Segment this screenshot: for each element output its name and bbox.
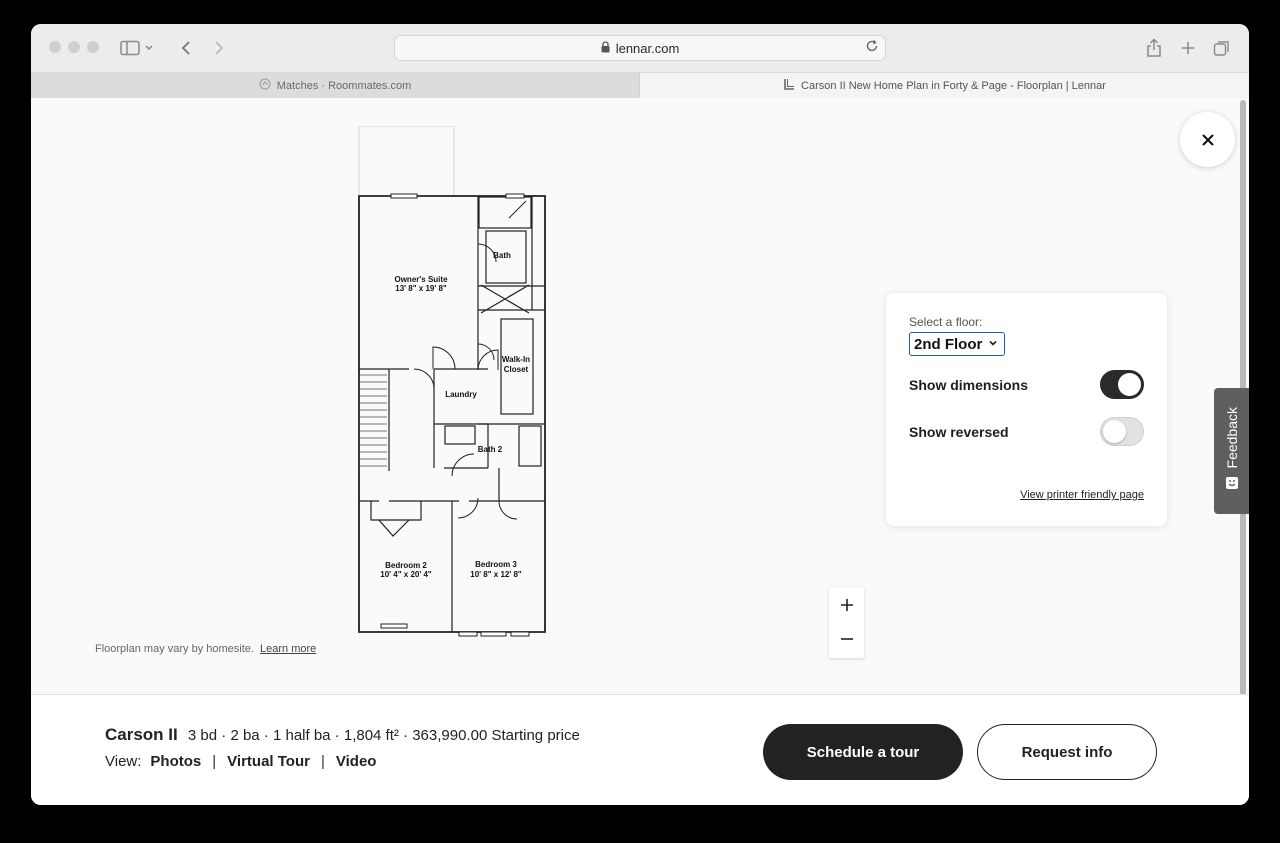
room-dims: Closet xyxy=(504,365,529,374)
room-label: Bath 2 xyxy=(478,445,503,454)
select-floor-label: Select a floor: xyxy=(909,315,983,329)
share-icon[interactable] xyxy=(1142,36,1166,60)
close-window-dot[interactable] xyxy=(49,41,61,53)
tab-label: Matches · Roommates.com xyxy=(276,79,412,92)
view-label: View: xyxy=(105,753,142,770)
separator: | xyxy=(212,753,217,770)
plan-name: Carson II xyxy=(105,725,178,744)
view-links: View: Photos | Virtual Tour | Video xyxy=(105,753,376,770)
zoom-controls xyxy=(829,588,864,658)
floorplan-drawing: Owner's Suite 13' 8" x 19' 8" Bath Walk-… xyxy=(358,126,546,637)
minus-icon xyxy=(840,638,853,640)
room-dims: 13' 8" x 19' 8" xyxy=(395,284,447,293)
feedback-icon xyxy=(1225,476,1239,495)
plan-details: 3 bd · 2 ba · 1 half ba · 1,804 ft² · 36… xyxy=(187,727,580,744)
room-dims: 10' 4" x 20' 4" xyxy=(380,570,432,579)
disclaimer-text: Floorplan may vary by homesite. xyxy=(95,643,254,655)
room-label: Bath xyxy=(493,251,511,260)
browser-toolbar: lennar.com xyxy=(31,24,1249,72)
tab-bar: Matches · Roommates.com Carson II New Ho… xyxy=(31,72,1249,98)
lennar-favicon-icon xyxy=(783,78,795,93)
show-dimensions-label: Show dimensions xyxy=(909,377,1029,393)
tab-roommates[interactable]: Matches · Roommates.com xyxy=(31,73,640,98)
room-dims: 10' 8" x 12' 8" xyxy=(470,570,522,579)
room-label: Walk-In xyxy=(502,355,530,364)
room-label: Bedroom 3 xyxy=(475,560,517,569)
learn-more-link[interactable]: Learn more xyxy=(260,643,316,655)
plan-title: Carson II 3 bd · 2 ba · 1 half ba · 1,80… xyxy=(105,725,580,745)
chevron-down-icon xyxy=(989,340,997,346)
show-dimensions-row: Show dimensions xyxy=(909,370,1144,400)
show-reversed-toggle[interactable] xyxy=(1100,417,1144,446)
tab-lennar[interactable]: Carson II New Home Plan in Forty & Page … xyxy=(640,73,1249,98)
lock-icon xyxy=(601,40,610,56)
separator: | xyxy=(320,753,325,770)
forward-icon[interactable] xyxy=(207,36,231,60)
video-link[interactable]: Video xyxy=(336,753,377,770)
plan-info-bar: Carson II 3 bd · 2 ba · 1 half ba · 1,80… xyxy=(31,694,1249,805)
toggle-knob xyxy=(1118,373,1141,396)
back-icon[interactable] xyxy=(174,36,198,60)
floorplan-disclaimer: Floorplan may vary by homesite. Learn mo… xyxy=(95,643,316,655)
request-info-button[interactable]: Request info xyxy=(977,724,1157,780)
zoom-window-dot[interactable] xyxy=(87,41,99,53)
show-reversed-label: Show reversed xyxy=(909,424,1009,440)
feedback-label: Feedback xyxy=(1223,406,1240,469)
sidebar-icon[interactable] xyxy=(118,36,142,60)
floor-options-panel: Select a floor: 2nd Floor Show dimension… xyxy=(886,293,1167,526)
new-tab-icon[interactable] xyxy=(1176,36,1200,60)
tab-overview-icon[interactable] xyxy=(1210,36,1234,60)
reload-icon[interactable] xyxy=(865,39,879,56)
room-label: Laundry xyxy=(445,390,477,399)
browser-window: lennar.com Matches · Roommates.com Carso… xyxy=(31,24,1249,805)
room-label: Owner's Suite xyxy=(394,275,448,284)
close-button[interactable] xyxy=(1180,112,1235,167)
address-url: lennar.com xyxy=(615,40,680,56)
show-dimensions-toggle[interactable] xyxy=(1100,370,1144,399)
zoom-in-button[interactable] xyxy=(829,588,864,622)
address-bar[interactable]: lennar.com xyxy=(394,35,886,61)
feedback-tab[interactable]: Feedback xyxy=(1214,388,1249,514)
floorplan-viewer: Owner's Suite 13' 8" x 19' 8" Bath Walk-… xyxy=(31,98,1249,805)
printer-friendly-link[interactable]: View printer friendly page xyxy=(1020,489,1144,501)
minimize-window-dot[interactable] xyxy=(68,41,80,53)
show-reversed-row: Show reversed xyxy=(909,417,1144,447)
zoom-out-button[interactable] xyxy=(829,622,864,656)
floor-select-value: 2nd Floor xyxy=(914,335,983,353)
tab-label: Carson II New Home Plan in Forty & Page … xyxy=(801,79,1106,92)
close-icon xyxy=(1201,133,1214,146)
photos-link[interactable]: Photos xyxy=(150,753,201,770)
floor-select[interactable]: 2nd Floor xyxy=(909,332,1006,356)
virtual-tour-link[interactable]: Virtual Tour xyxy=(227,753,310,770)
plus-icon xyxy=(840,599,853,611)
chevron-down-icon[interactable] xyxy=(143,36,155,60)
schedule-tour-button[interactable]: Schedule a tour xyxy=(763,724,963,780)
room-label: Bedroom 2 xyxy=(385,561,427,570)
toggle-knob xyxy=(1103,420,1126,443)
roommates-favicon-icon xyxy=(259,78,271,93)
